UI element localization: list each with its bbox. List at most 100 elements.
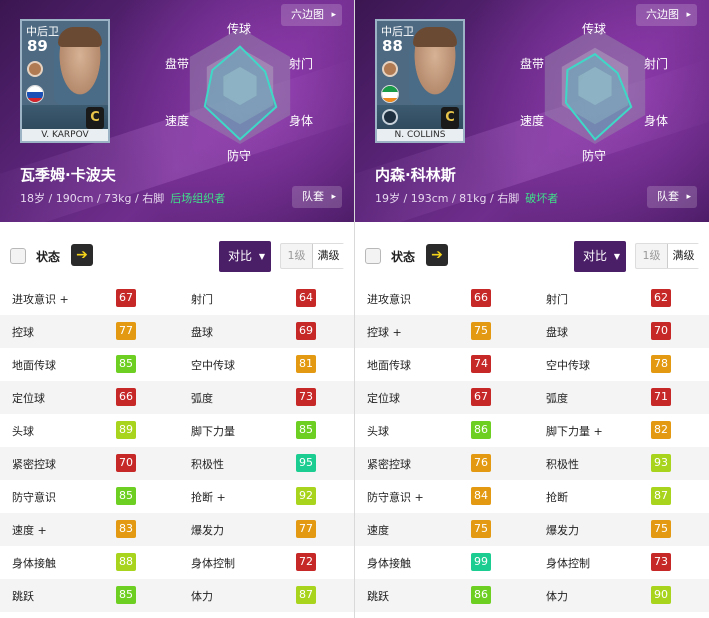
stat-value: 72 [296, 553, 316, 571]
stat-label: 盘球 [191, 326, 213, 339]
card-grade-badge: C [86, 107, 104, 129]
stat-label: 体力 [546, 590, 568, 603]
state-bar: 状态 ➔ 对比 ▼ 1级 满级 [0, 236, 354, 276]
player-hair-image [58, 27, 102, 47]
level-1-option[interactable]: 1级 [636, 244, 667, 268]
stat-row: 定位球 67 弧度 71 [355, 381, 709, 414]
player-card[interactable]: 中后卫 88 C N. COLLINS [375, 19, 465, 143]
stat-label: 控球 [12, 326, 34, 339]
second-club-crest-icon [382, 109, 398, 125]
stat-row: 控球 77 盘球 69 [0, 315, 354, 348]
level-max-option[interactable]: 满级 [667, 244, 699, 268]
stat-value: 62 [651, 289, 671, 307]
radar-label-dribbling: 盘带 [165, 57, 190, 71]
state-title: 状态 [36, 250, 61, 264]
player-card[interactable]: 中后卫 89 C V. KARPOV [20, 19, 110, 143]
hexagon-view-button[interactable]: 六边图 [281, 4, 342, 26]
stat-label: 控球 + [367, 326, 402, 339]
stat-value: 64 [296, 289, 316, 307]
player-bio: 19岁 / 193cm / 81kg / 右脚 [375, 192, 520, 205]
player-info: 18岁 / 190cm / 73kg / 右脚 后场组织者 [20, 190, 225, 206]
stat-value: 85 [296, 421, 316, 439]
stat-value: 85 [116, 355, 136, 373]
stat-label: 地面传球 [12, 359, 56, 372]
stat-label: 弧度 [546, 392, 568, 405]
team-kit-button[interactable]: 队套 [647, 186, 697, 208]
stat-label: 防守意识 [12, 491, 56, 504]
stat-value: 88 [116, 553, 136, 571]
hexagon-view-button[interactable]: 六边图 [636, 4, 697, 26]
stat-row: 头球 89 脚下力量 85 [0, 414, 354, 447]
stat-value: 66 [471, 289, 491, 307]
stat-row: 地面传球 85 空中传球 81 [0, 348, 354, 381]
stat-value: 99 [471, 553, 491, 571]
level-max-option[interactable]: 满级 [312, 244, 344, 268]
stat-value: 75 [471, 520, 491, 538]
player-name: 瓦季姆·卡波夫 [20, 166, 116, 184]
compare-dropdown[interactable]: 对比 ▼ [219, 241, 271, 272]
stat-value: 89 [116, 421, 136, 439]
stat-value: 82 [651, 421, 671, 439]
stat-value: 76 [471, 454, 491, 472]
stat-label: 速度 [367, 524, 389, 537]
radar-chart [189, 28, 291, 144]
stat-label: 爆发力 [191, 524, 224, 537]
radar-label-speed: 速度 [520, 114, 545, 128]
stats-table: 进攻意识 + 67 射门 64 控球 77 盘球 69 地面传球 85 空中传球… [0, 282, 354, 612]
club-crest-icon [382, 61, 398, 77]
stat-label: 体力 [191, 590, 213, 603]
stat-value: 67 [116, 289, 136, 307]
card-nameplate: N. COLLINS [377, 129, 463, 141]
stat-value: 73 [296, 388, 316, 406]
stat-row: 速度 75 爆发力 75 [355, 513, 709, 546]
compare-dropdown[interactable]: 对比 ▼ [574, 241, 626, 272]
stat-value: 75 [651, 520, 671, 538]
nationality-flag-icon [26, 85, 44, 103]
stat-row: 头球 86 脚下力量 + 82 [355, 414, 709, 447]
stats-table: 进攻意识 66 射门 62 控球 + 75 盘球 70 地面传球 74 空中传球… [355, 282, 709, 612]
stat-label: 空中传球 [191, 359, 235, 372]
player-name: 内森·科林斯 [375, 166, 456, 184]
radar-label-defense: 防守 [227, 149, 252, 163]
stat-value: 95 [296, 454, 316, 472]
stat-label: 身体控制 [191, 557, 235, 570]
stat-value: 90 [651, 586, 671, 604]
player-hair-image [413, 27, 457, 47]
stat-value: 78 [651, 355, 671, 373]
stat-value: 66 [116, 388, 136, 406]
stat-label: 积极性 [191, 458, 224, 471]
club-crest-icon [27, 61, 43, 77]
radar-label-shooting: 射门 [289, 57, 314, 71]
stat-label: 抢断 + [191, 491, 226, 504]
radar-label-defense: 防守 [582, 149, 607, 163]
stat-label: 盘球 [546, 326, 568, 339]
stat-label: 跳跃 [367, 590, 389, 603]
level-toggle: 1级 满级 [635, 243, 699, 269]
stat-label: 速度 + [12, 524, 47, 537]
stat-value: 93 [651, 454, 671, 472]
stat-label: 弧度 [191, 392, 213, 405]
stat-row: 跳跃 85 体力 87 [0, 579, 354, 612]
stat-value: 92 [296, 487, 316, 505]
stat-label: 定位球 [367, 392, 400, 405]
chevron-down-icon: ▼ [258, 252, 265, 261]
stat-label: 紧密控球 [12, 458, 56, 471]
stat-label: 身体接触 [367, 557, 411, 570]
stat-label: 头球 [12, 425, 34, 438]
condition-icon [10, 248, 26, 264]
level-1-option[interactable]: 1级 [281, 244, 312, 268]
stat-row: 控球 + 75 盘球 70 [355, 315, 709, 348]
stat-label: 爆发力 [546, 524, 579, 537]
team-kit-button[interactable]: 队套 [292, 186, 342, 208]
stat-row: 紧密控球 76 积极性 93 [355, 447, 709, 480]
radar-chart [544, 28, 646, 144]
stat-row: 防守意识 + 84 抢断 87 [355, 480, 709, 513]
stat-label: 进攻意识 + [12, 293, 69, 306]
player-info: 19岁 / 193cm / 81kg / 右脚 破坏者 [375, 190, 558, 206]
radar-label-physical: 身体 [289, 114, 314, 128]
stat-row: 身体接触 88 身体控制 72 [0, 546, 354, 579]
stat-value: 87 [651, 487, 671, 505]
chevron-down-icon: ▼ [613, 252, 620, 261]
stat-value: 84 [471, 487, 491, 505]
stat-label: 头球 [367, 425, 389, 438]
